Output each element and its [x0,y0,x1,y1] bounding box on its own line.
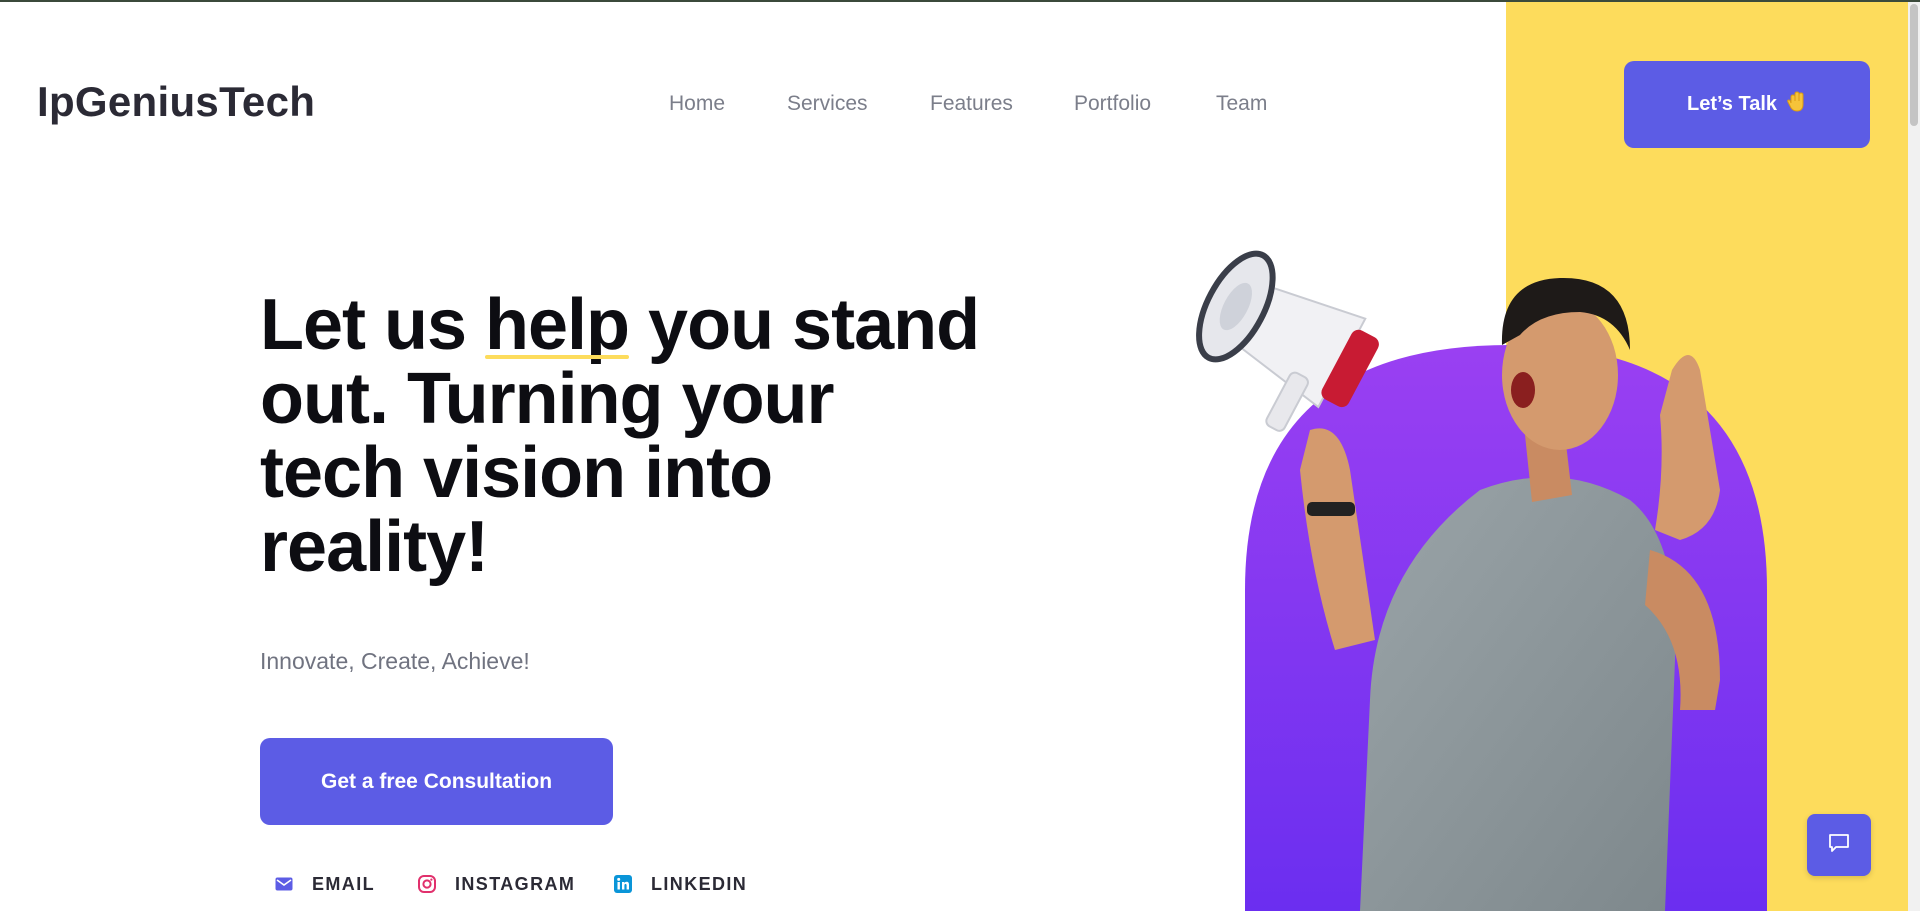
nav-services[interactable]: Services [787,92,868,116]
headline-line-4: reality! [260,507,489,587]
hero-headline: Let us help you stand out. Turning your … [260,288,980,584]
lets-talk-label: Let’s Talk [1686,93,1778,115]
headline-line-2: out. Turning your [260,359,835,439]
social-link-email[interactable]: EMAIL [274,872,375,896]
free-consultation-button[interactable]: Get a free Consultation [260,738,613,825]
lets-talk-button[interactable]: Let’s Talk [1624,61,1870,148]
highlighted-word: help [485,285,630,365]
hero-subtitle: Innovate, Create, Achieve! [260,648,530,674]
nav-portfolio[interactable]: Portfolio [1074,92,1151,116]
hero-illustration [1160,240,1800,911]
social-link-instagram[interactable]: INSTAGRAM [417,872,575,896]
logo[interactable]: IpGeniusTech [37,78,315,126]
social-link-linkedin[interactable]: LINKEDIN [613,872,747,896]
nav-team[interactable]: Team [1216,92,1267,116]
chat-widget-button[interactable] [1807,814,1871,876]
linkedin-icon [613,874,633,894]
instagram-icon [417,874,437,894]
nav-features[interactable]: Features [930,92,1013,116]
waving-hand-icon [1787,90,1807,119]
nav-home[interactable]: Home [669,92,725,116]
mail-icon [274,874,294,894]
page-scrollbar[interactable] [1908,2,1920,911]
scrollbar-thumb[interactable] [1910,4,1918,126]
headline-line-3: tech vision into [260,433,773,513]
chat-bubble-icon [1828,833,1850,858]
headline-line-1: Let us help you stand [260,285,980,365]
